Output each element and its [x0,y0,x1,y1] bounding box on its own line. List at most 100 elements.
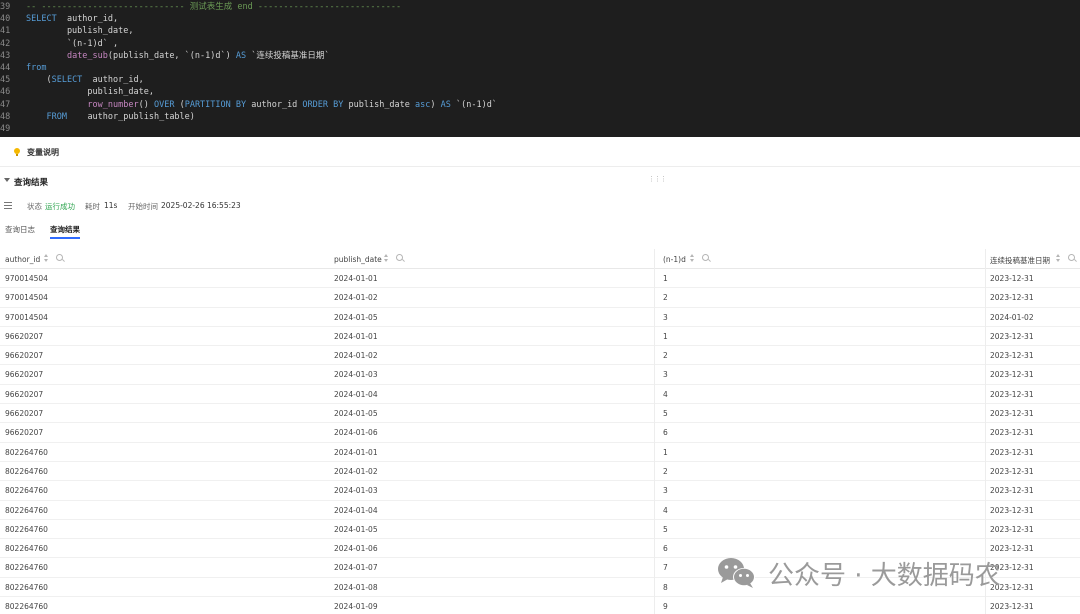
code-line[interactable]: 39 -- ---------------------------- 测试表生成 … [0,1,1080,13]
table-cell: 4 [663,505,668,515]
table-row[interactable]: 96620207 2024-01-04 4 2023-12-31 [0,385,1080,405]
drag-handle-icon[interactable]: ⋮⋮⋮ [648,175,667,183]
code-line[interactable]: 46 publish_date, [0,86,1080,98]
line-number: 41 [0,26,11,37]
code-text: publish_date, [26,25,134,37]
table-cell: 2024-01-02 [334,351,378,361]
table-cell: 3 [663,312,668,322]
code-token: asc [415,99,431,110]
code-token: publish_date [343,99,416,110]
table-row[interactable]: 802264760 2024-01-03 3 2023-12-31 [0,481,1080,501]
code-text: FROM author_publish_table) [26,111,194,123]
code-line[interactable]: 40 SELECT author_id, [0,13,1080,25]
result-tabs: 查询日志 查询结果 [0,220,1080,240]
code-line[interactable]: 42 `(n-1)d` , [0,38,1080,50]
column-header[interactable]: 连续投稿基准日期 [990,249,1050,269]
code-line[interactable]: 47 row_number() OVER (PARTITION BY autho… [0,99,1080,111]
search-icon[interactable] [396,254,403,261]
menu-icon[interactable] [4,202,12,209]
code-line[interactable]: 41 publish_date, [0,25,1080,37]
table-cell: 2024-01-01 [334,274,378,283]
table-row[interactable]: 970014504 2024-01-01 1 2023-12-31 [0,269,1080,289]
table-row[interactable]: 96620207 2024-01-01 1 2023-12-31 [0,327,1080,347]
sort-icon[interactable] [690,254,696,263]
table-cell: 2023-12-31 [990,447,1034,457]
table-cell: 2024-01-01 [334,331,378,341]
code-token: `(n-1)d` , [26,38,119,49]
line-number: 49 [0,123,11,134]
table-cell: 802264760 [5,486,48,496]
tab-query-log[interactable]: 查询日志 [5,224,35,235]
code-token: row_number [87,99,139,110]
table-cell: 2023-12-31 [990,331,1034,341]
search-icon[interactable] [56,254,63,261]
code-line[interactable]: 49 [0,123,1080,135]
table-cell: 2024-01-02 [990,312,1034,322]
search-icon[interactable] [702,254,709,261]
table-cell: 802264760 [5,447,48,457]
tab-query-results[interactable]: 查询结果 [50,224,80,235]
caret-down-icon[interactable] [4,178,10,182]
table-cell: 96620207 [5,389,44,399]
column-header[interactable]: (n-1)d [663,249,686,269]
code-text: publish_date, [26,86,154,98]
code-line[interactable]: 43 date_sub(publish_date, `(n-1)d`) AS `… [0,50,1080,62]
table-cell: 970014504 [5,312,48,322]
table-cell: 2024-01-05 [334,409,378,419]
table-row[interactable]: 96620207 2024-01-05 5 2023-12-31 [0,404,1080,424]
table-cell: 9 [663,602,668,612]
table-row[interactable]: 802264760 2024-01-05 5 2023-12-31 [0,520,1080,540]
status-line: 状态 运行成功 耗时 11s 开始时间 2025-02-26 16:55:23 [0,196,1080,216]
sql-editor[interactable]: 39 -- ---------------------------- 测试表生成 … [0,0,1080,137]
code-token: ORDER BY [302,99,344,110]
table-cell: 1 [663,447,668,457]
code-text: -- ---------------------------- 测试表生成 en… [26,1,401,13]
table-cell: 2024-01-06 [334,544,378,554]
column-header[interactable]: author_id [5,249,40,269]
sort-icon[interactable] [44,254,50,263]
table-cell: 802264760 [5,466,48,476]
table-row[interactable]: 96620207 2024-01-03 3 2023-12-31 [0,365,1080,385]
table-cell: 970014504 [5,274,48,283]
table-row[interactable]: 970014504 2024-01-02 2 2023-12-31 [0,288,1080,308]
table-row[interactable]: 970014504 2024-01-05 3 2024-01-02 [0,308,1080,327]
code-token: (publish_date, `(n-1)d`) [107,50,236,61]
table-cell: 2023-12-31 [990,505,1034,515]
code-text: from [26,62,46,74]
table-row[interactable]: 802264760 2024-01-02 2 2023-12-31 [0,462,1080,482]
table-row[interactable]: 96620207 2024-01-02 2 2023-12-31 [0,346,1080,366]
column-divider[interactable] [654,249,655,614]
table-row[interactable]: 802264760 2024-01-01 1 2023-12-31 [0,443,1080,462]
table-header: author_id publish_date (n-1)d 连续投稿基准日期 [0,249,1080,269]
table-row[interactable]: 802264760 2024-01-09 9 2023-12-31 [0,597,1080,614]
table-cell: 2023-12-31 [990,409,1034,419]
line-number: 40 [0,14,11,25]
code-line[interactable]: 44 from [0,62,1080,74]
table-cell: 802264760 [5,582,48,592]
table-cell: 2024-01-09 [334,602,378,612]
table-cell: 2023-12-31 [990,293,1034,303]
line-number: 43 [0,50,11,61]
code-token: `(n-1)d` [450,99,497,110]
sort-icon[interactable] [384,254,390,263]
results-header[interactable]: 查询结果 ⋮⋮⋮ [0,168,1080,194]
table-cell: 2024-01-07 [334,563,378,573]
table-cell: 2023-12-31 [990,486,1034,496]
table-cell: 2024-01-03 [334,370,378,380]
search-icon[interactable] [1068,254,1075,261]
table-cell: 6 [663,428,668,438]
variables-bar[interactable]: 变量说明 [0,137,1080,167]
table-row[interactable]: 96620207 2024-01-06 6 2023-12-31 [0,423,1080,443]
table-cell: 802264760 [5,544,48,554]
sort-icon[interactable] [1056,254,1062,263]
column-header[interactable]: publish_date [334,249,382,269]
table-cell: 2024-01-05 [334,312,378,322]
table-cell: 5 [663,409,668,419]
code-line[interactable]: 48 FROM author_publish_table) [0,111,1080,123]
table-row[interactable]: 802264760 2024-01-04 4 2023-12-31 [0,501,1080,520]
table-cell: 2023-12-31 [990,602,1034,612]
code-line[interactable]: 45 (SELECT author_id, [0,74,1080,86]
code-text: row_number() OVER (PARTITION BY author_i… [26,99,497,111]
results-title: 查询结果 [14,178,49,188]
